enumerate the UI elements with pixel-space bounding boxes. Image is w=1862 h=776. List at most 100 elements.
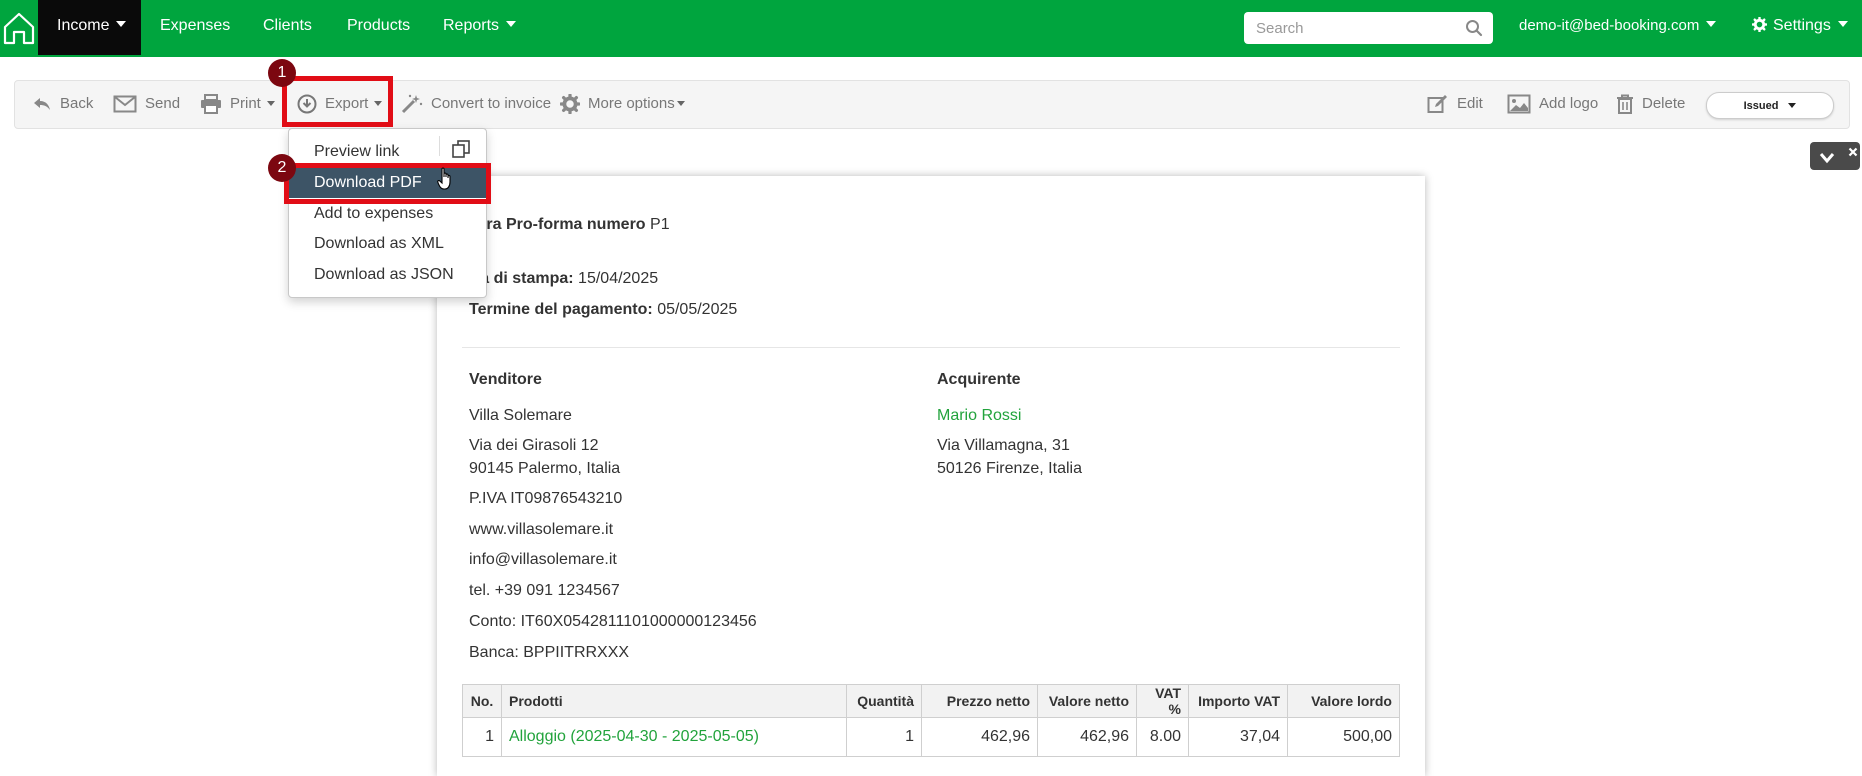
back-arrow-icon: [34, 97, 50, 110]
seller-phone: tel. +39 091 1234567: [469, 582, 620, 599]
chevron-down-icon: [506, 21, 517, 27]
seller-bank-account: Conto: IT60X0542811101000000123456: [469, 613, 757, 630]
seller-website: www.villasolemare.it: [469, 521, 614, 538]
nav-income-label: Income: [57, 17, 110, 34]
account-email: demo-it@bed-booking.com: [1519, 17, 1700, 34]
print-label: Print: [230, 95, 261, 112]
column-header: Prezzo netto: [921, 684, 1038, 718]
back-label: Back: [60, 95, 94, 112]
edit-button[interactable]: Edit: [1427, 80, 1483, 127]
status-dropdown[interactable]: Issued: [1706, 92, 1834, 119]
divider: [439, 136, 440, 156]
menu-item-label: Preview link: [314, 143, 400, 160]
column-header: Quantità: [846, 684, 922, 718]
home-icon[interactable]: [0, 0, 38, 55]
chevron-down-icon[interactable]: [1819, 151, 1835, 169]
column-header: Valore netto: [1037, 684, 1137, 718]
print-date: ata di stampa: 15/04/2025: [466, 270, 658, 288]
delete-button[interactable]: Delete: [1616, 80, 1685, 127]
menu-item-download-xml[interactable]: Download as XML: [289, 229, 444, 259]
step-badge-2: 2: [268, 154, 296, 182]
search-icon[interactable]: [1465, 19, 1483, 42]
send-label: Send: [145, 95, 181, 112]
export-dropdown-menu: Preview link Download PDF Add to expense…: [288, 128, 487, 298]
seller-email: info@villasolemare.it: [469, 551, 617, 568]
collapse-panel: [1810, 142, 1860, 170]
nav-reports[interactable]: Reports: [443, 0, 517, 55]
title-value: P1: [650, 216, 670, 233]
chevron-down-icon: [676, 101, 685, 106]
table-cell: 1: [846, 717, 922, 757]
chevron-down-icon: [116, 21, 127, 27]
chevron-down-icon: [1706, 21, 1717, 27]
seller-name: Villa Solemare: [469, 407, 572, 424]
search-input[interactable]: [1244, 12, 1456, 44]
back-button[interactable]: Back: [32, 80, 93, 127]
convert-to-invoice-button[interactable]: Convert to invoice: [401, 80, 551, 127]
top-navbar: Income Expenses Clients Products Reports…: [0, 0, 1862, 57]
nav-reports-label: Reports: [443, 17, 500, 34]
print-button[interactable]: Print: [200, 80, 275, 127]
column-header: VAT %: [1136, 684, 1189, 718]
table-cell: 462,96: [1037, 717, 1137, 757]
menu-item-download-json[interactable]: Download as JSON: [289, 260, 454, 290]
seller-address-line2: 90145 Palermo, Italia: [469, 460, 621, 477]
table-cell: 8.00: [1136, 717, 1189, 757]
send-button[interactable]: Send: [113, 80, 180, 127]
nav-products-label: Products: [347, 17, 411, 34]
close-icon[interactable]: [1848, 144, 1858, 162]
nav-expenses[interactable]: Expenses: [160, 0, 230, 55]
nav-income[interactable]: Income: [38, 0, 141, 55]
chevron-down-icon: [1788, 103, 1797, 108]
more-options-button[interactable]: More options: [560, 80, 685, 127]
printer-icon: [201, 93, 221, 114]
image-icon: [1507, 94, 1531, 113]
items-table: No. Prodotti Quantità Prezzo netto Valor…: [462, 684, 1400, 757]
table-cell: 500,00: [1287, 717, 1400, 757]
buyer-address-line2: 50126 Firenze, Italia: [937, 460, 1082, 477]
due-date: Termine del pagamento: 05/05/2025: [469, 301, 737, 319]
product-link[interactable]: Alloggio (2025-04-30 - 2025-05-05): [501, 717, 847, 757]
settings-menu[interactable]: Settings: [1751, 0, 1848, 55]
add-logo-button[interactable]: Add logo: [1507, 80, 1598, 127]
buyer-address-line1: Via Villamagna, 31: [937, 437, 1070, 454]
seller-address-line1: Via dei Girasoli 12: [469, 437, 599, 454]
envelope-icon: [113, 95, 137, 112]
account-menu[interactable]: demo-it@bed-booking.com: [1519, 0, 1717, 55]
column-header: Importo VAT: [1188, 684, 1288, 718]
highlight-box-download-pdf: [284, 163, 491, 204]
menu-item-label: Download as XML: [314, 235, 444, 252]
convert-label: Convert to invoice: [431, 95, 552, 112]
buyer-name-link[interactable]: Mario Rossi: [937, 407, 1021, 425]
seller-heading: Venditore: [469, 371, 542, 388]
print-date-value: 15/04/2025: [578, 270, 659, 287]
chevron-down-icon: [266, 101, 275, 106]
add-logo-label: Add logo: [1539, 95, 1599, 112]
delete-label: Delete: [1642, 95, 1686, 112]
edit-label: Edit: [1457, 95, 1483, 112]
more-options-label: More options: [588, 95, 675, 112]
column-header: Valore lordo: [1287, 684, 1400, 718]
chevron-down-icon: [1837, 21, 1848, 27]
column-header: No.: [462, 684, 502, 718]
divider: [462, 347, 1400, 348]
nav-clients[interactable]: Clients: [263, 0, 312, 55]
copy-icon[interactable]: [451, 139, 471, 164]
hand-cursor-icon: [437, 167, 455, 196]
due-date-value: 05/05/2025: [657, 301, 738, 318]
nav-products[interactable]: Products: [347, 0, 410, 55]
seller-vat: P.IVA IT09876543210: [469, 490, 623, 507]
highlight-box-export: [282, 76, 393, 127]
status-label: Issued: [1743, 99, 1779, 112]
settings-label: Settings: [1773, 17, 1831, 34]
gear-icon: [560, 93, 580, 114]
due-date-label: Termine del pagamento:: [469, 301, 653, 318]
column-header: Prodotti: [501, 684, 847, 718]
buyer-heading: Acquirente: [937, 371, 1021, 388]
edit-icon: [1427, 94, 1447, 113]
step-badge-1: 1: [268, 59, 296, 87]
table-header-row: No. Prodotti Quantità Prezzo netto Valor…: [462, 684, 1400, 718]
table-cell: 462,96: [921, 717, 1038, 757]
nav-clients-label: Clients: [263, 17, 312, 34]
menu-item-label: Add to expenses: [314, 205, 434, 222]
